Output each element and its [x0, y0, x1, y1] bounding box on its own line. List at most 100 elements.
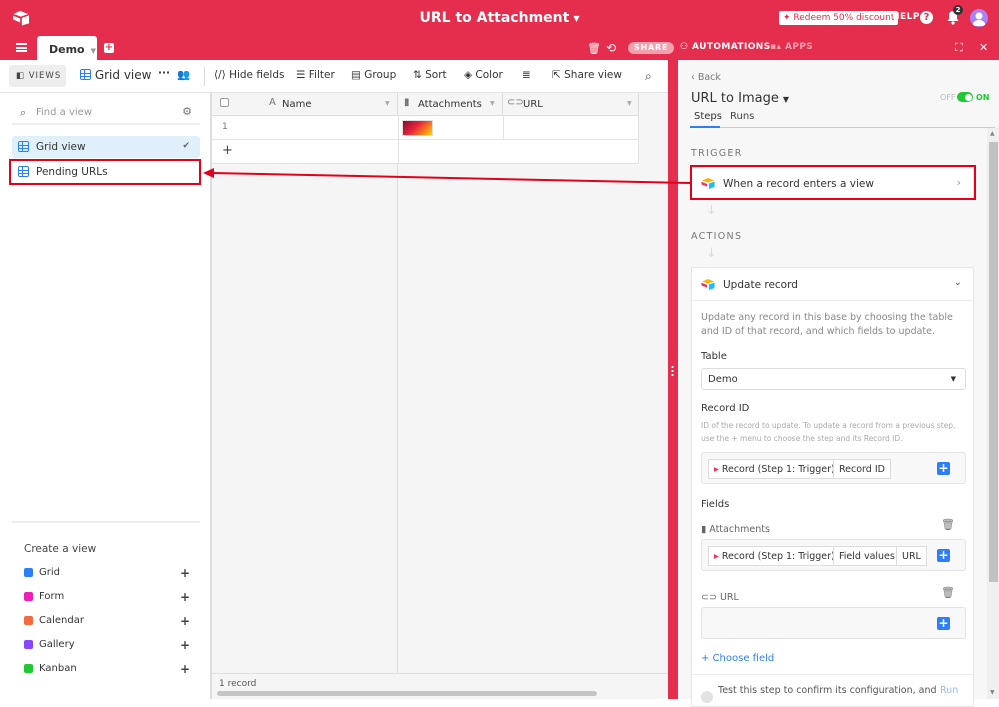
create-calendar-view[interactable]: Calendar +: [24, 614, 190, 630]
plus-icon[interactable]: +: [180, 662, 190, 676]
create-form-view[interactable]: Form +: [24, 590, 190, 606]
column-label: Attachments: [418, 99, 482, 110]
plus-icon[interactable]: +: [180, 638, 190, 652]
automation-name[interactable]: URL to Image ▼: [691, 91, 789, 106]
add-row-icon[interactable]: +: [222, 143, 233, 158]
current-view-name[interactable]: Grid view: [80, 68, 151, 82]
chevron-down-icon[interactable]: ▼: [385, 100, 390, 107]
plus-icon[interactable]: +: [180, 614, 190, 628]
divider: [12, 521, 200, 523]
find-view-search[interactable]: ⌕ Find a view ⚙: [12, 101, 200, 125]
add-token-button[interactable]: +: [937, 462, 950, 475]
avatar[interactable]: [970, 9, 988, 27]
automations-button[interactable]: ⚇ AUTOMATIONS: [680, 42, 771, 52]
automation-toggle[interactable]: OFF ON: [940, 92, 990, 102]
panel-resize-handle[interactable]: [668, 60, 678, 699]
create-gallery-view[interactable]: Gallery +: [24, 638, 190, 654]
share-button[interactable]: SHARE: [628, 42, 675, 54]
tab-divider: [690, 127, 995, 128]
divider: [692, 300, 973, 301]
apps-button[interactable]: ▪▴ APPS: [770, 42, 813, 52]
chevron-down-icon[interactable]: ▼: [490, 100, 495, 107]
trash-icon[interactable]: 🗑: [941, 586, 955, 599]
share-view-button[interactable]: ⇱ Share view: [552, 69, 622, 81]
attachments-value-input[interactable]: ▸ Record (Step 1: Trigger) Field values …: [701, 539, 966, 571]
toggle-off-label: OFF: [940, 93, 956, 102]
sidebar-view-grid-view[interactable]: Grid view ✔: [12, 136, 200, 158]
sort-label: Sort: [425, 69, 447, 81]
history-icon[interactable]: ⟲: [606, 41, 616, 55]
redeem-discount-button[interactable]: ✦ Redeem 50% discount: [779, 11, 899, 25]
select-all-checkbox[interactable]: [220, 98, 229, 107]
scroll-up-icon[interactable]: ▲: [990, 130, 995, 137]
token-record-id[interactable]: Record ID: [833, 459, 891, 479]
group-button[interactable]: ▤ Group: [351, 69, 396, 81]
run-test-button[interactable]: Run: [940, 685, 958, 696]
cell-divider: [398, 140, 399, 164]
vertical-scrollbar[interactable]: ▲ ▼: [987, 128, 999, 699]
views-label: VIEWS: [28, 71, 62, 81]
add-token-button[interactable]: +: [937, 549, 950, 562]
help-button[interactable]: HELP: [892, 12, 920, 22]
table-select[interactable]: Demo ▼: [701, 368, 966, 390]
plus-icon[interactable]: +: [180, 590, 190, 604]
add-token-button[interactable]: +: [937, 617, 950, 630]
token-field-values[interactable]: Field values: [833, 546, 901, 566]
sort-icon: ⇅: [413, 69, 426, 81]
toggle-switch[interactable]: [957, 92, 973, 102]
record-id-input[interactable]: ▸ Record (Step 1: Trigger) Record ID +: [701, 452, 966, 484]
create-kanban-view[interactable]: Kanban +: [24, 662, 190, 678]
row-height-icon[interactable]: ≣: [522, 69, 531, 81]
scroll-down-icon[interactable]: ▼: [990, 689, 995, 696]
choose-field-link[interactable]: + Choose field: [701, 653, 774, 664]
table-row[interactable]: 1: [212, 116, 639, 140]
filter-button[interactable]: ☰ Filter: [296, 69, 335, 81]
action-title[interactable]: Update record: [723, 279, 798, 291]
tab-steps[interactable]: Steps: [694, 111, 722, 122]
plus-icon[interactable]: +: [180, 566, 190, 580]
token-record-step1[interactable]: ▸ Record (Step 1: Trigger): [708, 546, 841, 566]
create-grid-view[interactable]: Grid +: [24, 566, 190, 582]
table-tab-demo[interactable]: Demo ▼: [37, 36, 97, 60]
trigger-heading: TRIGGER: [691, 148, 743, 159]
expand-icon[interactable]: ⛶: [955, 41, 963, 55]
color-button[interactable]: ◈ Color: [464, 69, 503, 81]
close-icon[interactable]: ✕: [979, 41, 988, 54]
chevron-down-icon[interactable]: ⌄: [954, 277, 962, 288]
column-header-url[interactable]: ⊂⊃ URL ▼: [503, 93, 639, 116]
sort-button[interactable]: ⇅ Sort: [413, 69, 447, 81]
horizontal-scrollbar[interactable]: [217, 691, 597, 696]
attachment-thumbnail[interactable]: [402, 120, 433, 136]
cell-divider: [398, 116, 399, 140]
search-icon[interactable]: ⌕: [645, 69, 652, 84]
add-table-button[interactable]: +: [104, 43, 114, 53]
automation-panel: ‹ Back URL to Image ▼ OFF ON Steps Runs T…: [678, 60, 999, 707]
collaborators-icon[interactable]: 👥: [177, 68, 190, 81]
column-header-attachments[interactable]: ▮ Attachments ▼: [398, 93, 503, 116]
tab-runs[interactable]: Runs: [730, 111, 754, 122]
chevron-down-icon[interactable]: ▼: [91, 47, 96, 55]
scrollbar-thumb[interactable]: [989, 142, 998, 582]
trash-icon[interactable]: 🗑: [587, 42, 601, 55]
url-value-input[interactable]: +: [701, 607, 966, 639]
back-button[interactable]: ‹ Back: [691, 72, 721, 83]
help-icon[interactable]: ?: [920, 11, 933, 24]
text-field-icon: A: [269, 97, 276, 108]
gear-icon[interactable]: ⚙: [182, 105, 192, 118]
airtable-logo-icon: ▸: [714, 464, 719, 475]
trash-icon[interactable]: 🗑: [941, 518, 955, 531]
redeem-label: Redeem 50% discount: [793, 13, 895, 23]
base-title-text: URL to Attachment: [419, 10, 570, 26]
column-header-name[interactable]: A Name ▼: [212, 93, 398, 116]
token-label: Record (Step 1: Trigger): [721, 551, 835, 562]
token-record-step1[interactable]: ▸ Record (Step 1: Trigger): [708, 459, 841, 479]
hamburger-menu-icon[interactable]: [16, 43, 27, 52]
calendar-icon: [24, 616, 33, 625]
view-more-button[interactable]: ···: [158, 67, 170, 79]
hide-fields-button[interactable]: ⟨/⟩ Hide fields: [214, 69, 284, 81]
views-toggle-button[interactable]: ◧ VIEWS: [9, 65, 66, 87]
token-url[interactable]: URL: [896, 546, 927, 566]
add-row[interactable]: +: [212, 140, 639, 164]
chevron-down-icon[interactable]: ▼: [627, 100, 632, 107]
find-view-placeholder[interactable]: Find a view: [36, 107, 92, 118]
